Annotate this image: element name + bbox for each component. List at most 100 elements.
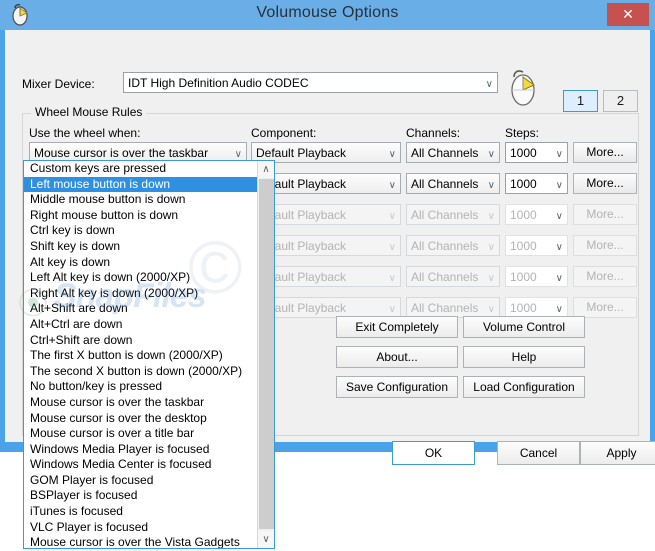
rule-6-channels-select-value: All Channels (411, 301, 479, 315)
apply-button[interactable]: Apply (580, 441, 655, 465)
dropdown-scrollbar[interactable]: ∧ ∨ (257, 161, 274, 548)
column-header-channels: Channels: (406, 126, 461, 140)
dropdown-option[interactable]: The first X button is down (2000/XP) (24, 348, 258, 364)
rule-6-channels-select: All Channels ∨ (406, 297, 500, 318)
rule-5-channels-select: All Channels ∨ (406, 266, 500, 287)
rule-1-channels-select-value: All Channels (411, 146, 479, 160)
mixer-device-select[interactable]: IDT High Definition Audio CODEC ∨ (123, 72, 498, 93)
rule-1-when-select-value: Mouse cursor is over the taskbar (34, 146, 209, 160)
rule-4-more-button: More... (573, 235, 637, 256)
rule-1-channels-select[interactable]: All Channels ∨ (406, 142, 500, 163)
dropdown-option[interactable]: Mouse cursor is over the Vista Gadgets (24, 535, 258, 548)
column-header-component: Component: (251, 126, 317, 140)
load-configuration-button[interactable]: Load Configuration (463, 376, 585, 398)
scroll-down-icon[interactable]: ∨ (258, 531, 274, 548)
dropdown-option[interactable]: Ctrl key is down (24, 223, 258, 239)
rule-4-steps-select: 1000 ∨ (505, 235, 568, 256)
chevron-down-icon: ∨ (555, 149, 563, 160)
rule-1-more-button[interactable]: More... (573, 142, 637, 163)
chevron-down-icon: ∨ (555, 211, 563, 222)
dropdown-option[interactable]: Right mouse button is down (24, 208, 258, 224)
ok-button[interactable]: OK (392, 441, 475, 465)
exit-completely-button[interactable]: Exit Completely (336, 316, 458, 338)
rule-4-channels-select-value: All Channels (411, 239, 479, 253)
chevron-down-icon: ∨ (388, 180, 396, 191)
rule-1-steps-select[interactable]: 1000 ∨ (505, 142, 568, 163)
dropdown-option[interactable]: Windows Media Center is focused (24, 457, 258, 473)
rule-6-steps-select: 1000 ∨ (505, 297, 568, 318)
dropdown-option[interactable]: Left Alt key is down (2000/XP) (24, 270, 258, 286)
about-button[interactable]: About... (336, 346, 458, 368)
dropdown-option[interactable]: Custom keys are pressed (24, 161, 258, 177)
rule-3-more-button: More... (573, 204, 637, 225)
chevron-down-icon: ∨ (388, 273, 396, 284)
column-header-steps: Steps: (505, 126, 540, 140)
volume-control-button[interactable]: Volume Control (463, 316, 585, 338)
dropdown-option[interactable]: Shift key is down (24, 239, 258, 255)
wheel-mouse-rules-title: Wheel Mouse Rules (31, 105, 147, 119)
rule-5-steps-select-value: 1000 (510, 270, 537, 284)
chevron-down-icon: ∨ (555, 180, 563, 191)
dropdown-option[interactable]: Middle mouse button is down (24, 192, 258, 208)
mouse-illustration-icon (511, 70, 535, 106)
dropdown-option[interactable]: iTunes is focused (24, 504, 258, 520)
dropdown-option[interactable]: Mouse cursor is over a title bar (24, 426, 258, 442)
dropdown-option[interactable]: BSPlayer is focused (24, 488, 258, 504)
rule-3-steps-select: 1000 ∨ (505, 204, 568, 225)
rule-3-steps-select-value: 1000 (510, 208, 537, 222)
rule-2-steps-select-value: 1000 (510, 177, 537, 191)
rule-2-more-button[interactable]: More... (573, 173, 637, 194)
dropdown-option[interactable]: Alt+Ctrl are down (24, 317, 258, 333)
dropdown-option[interactable]: GOM Player is focused (24, 473, 258, 489)
scrollbar-thumb[interactable] (259, 179, 274, 529)
rule-5-steps-select: 1000 ∨ (505, 266, 568, 287)
help-button[interactable]: Help (463, 346, 585, 368)
rule-2-steps-select[interactable]: 1000 ∨ (505, 173, 568, 194)
dropdown-option[interactable]: Windows Media Player is focused (24, 442, 258, 458)
rule-2-channels-select-value: All Channels (411, 177, 479, 191)
rule-1-component-select-value: Default Playback (256, 146, 347, 160)
rule-4-steps-select-value: 1000 (510, 239, 537, 253)
wheel-condition-dropdown-list[interactable]: Custom keys are pressed Left mouse button… (23, 160, 275, 549)
chevron-down-icon: ∨ (487, 242, 495, 253)
chevron-down-icon: ∨ (487, 273, 495, 284)
dropdown-items-container: Custom keys are pressed Left mouse button… (24, 161, 258, 548)
dropdown-option[interactable]: No button/key is pressed (24, 379, 258, 395)
chevron-down-icon: ∨ (487, 211, 495, 222)
rule-6-more-button: More... (573, 297, 637, 318)
save-configuration-button[interactable]: Save Configuration (336, 376, 458, 398)
chevron-down-icon: ∨ (388, 149, 396, 160)
rule-5-more-button: More... (573, 266, 637, 287)
dropdown-option[interactable]: Ctrl+Shift are down (24, 333, 258, 349)
mixer-device-value: IDT High Definition Audio CODEC (128, 76, 309, 90)
tab-page-2[interactable]: 2 (603, 90, 638, 112)
mixer-device-label: Mixer Device: (22, 77, 95, 91)
rule-5-channels-select-value: All Channels (411, 270, 479, 284)
title-bar[interactable]: Volumouse Options ✕ (0, 0, 655, 30)
dropdown-option[interactable]: Mouse cursor is over the desktop (24, 411, 258, 427)
rule-1-steps-select-value: 1000 (510, 146, 537, 160)
dropdown-option[interactable]: VLC Player is focused (24, 520, 258, 536)
chevron-down-icon: ∨ (555, 273, 563, 284)
cancel-button[interactable]: Cancel (497, 441, 580, 465)
dropdown-option[interactable]: Alt+Shift are down (24, 301, 258, 317)
scroll-up-icon[interactable]: ∧ (258, 161, 274, 178)
rule-2-channels-select[interactable]: All Channels ∨ (406, 173, 500, 194)
column-header-when: Use the wheel when: (29, 126, 141, 140)
dropdown-option[interactable]: Left mouse button is down (24, 176, 258, 193)
dropdown-option[interactable]: The second X button is down (2000/XP) (24, 364, 258, 380)
chevron-down-icon: ∨ (388, 211, 396, 222)
window-title: Volumouse Options (256, 4, 399, 21)
tab-page-1[interactable]: 1 (563, 90, 598, 112)
chevron-down-icon: ∨ (555, 242, 563, 253)
rule-4-channels-select: All Channels ∨ (406, 235, 500, 256)
dropdown-option[interactable]: Right Alt key is down (2000/XP) (24, 286, 258, 302)
rule-6-steps-select-value: 1000 (510, 301, 537, 315)
chevron-down-icon: ∨ (388, 242, 396, 253)
chevron-down-icon: ∨ (487, 180, 495, 191)
rule-3-channels-select-value: All Channels (411, 208, 479, 222)
dropdown-option[interactable]: Mouse cursor is over the taskbar (24, 395, 258, 411)
chevron-down-icon: ∨ (487, 149, 495, 160)
close-icon[interactable]: ✕ (607, 3, 649, 26)
dropdown-option[interactable]: Alt key is down (24, 255, 258, 271)
